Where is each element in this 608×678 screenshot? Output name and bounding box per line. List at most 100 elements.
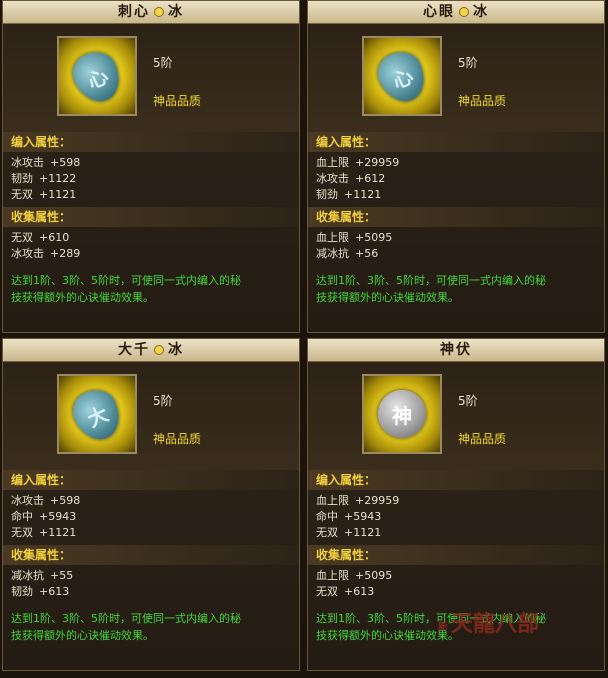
card-title: 刺心 冰 bbox=[3, 1, 299, 24]
attribute-value: +5943 bbox=[39, 510, 77, 523]
attribute-row: 命中 +5943 bbox=[11, 509, 299, 525]
inlay-attributes-header: 编入属性： bbox=[308, 470, 604, 490]
description-line: 技获得额外的心诀催动效果。 bbox=[11, 629, 154, 642]
ice-rune-stone-icon: 心 bbox=[66, 45, 128, 109]
rune-icon-frame[interactable]: 神 bbox=[362, 374, 442, 454]
attribute-value: +612 bbox=[355, 172, 386, 185]
rune-tier: 5阶 bbox=[458, 394, 478, 408]
attribute-row: 减冰抗 +56 bbox=[316, 246, 604, 262]
attribute-name: 韧劲 bbox=[11, 172, 33, 185]
game-logo-watermark: 新天龍八部 bbox=[438, 606, 539, 638]
rune-card: 心眼 冰 心 5阶 神品品质 编入属性： 血上限 +29959 冰攻击 +612 韧劲 +1… bbox=[307, 0, 605, 333]
attribute-value: +613 bbox=[39, 585, 70, 598]
collect-attributes-list: 血上限 +5095 无双 +613 bbox=[308, 565, 604, 604]
rune-element: 冰 bbox=[168, 4, 184, 20]
attribute-row: 无双 +1121 bbox=[11, 525, 299, 541]
attribute-name: 血上限 bbox=[316, 494, 349, 507]
attribute-row: 血上限 +29959 bbox=[316, 493, 604, 509]
attribute-value: +598 bbox=[50, 494, 81, 507]
attribute-value: +613 bbox=[344, 585, 375, 598]
attribute-row: 减冰抗 +55 bbox=[11, 568, 299, 584]
rune-summary: 神 5阶 神品品质 bbox=[308, 362, 604, 470]
attribute-value: +29959 bbox=[355, 156, 400, 169]
rune-name: 大千 bbox=[118, 342, 150, 358]
rune-icon-frame[interactable]: 大 bbox=[57, 374, 137, 454]
attribute-name: 冰攻击 bbox=[11, 247, 44, 260]
inlay-attributes-list: 血上限 +29959 冰攻击 +612 韧劲 +1121 bbox=[308, 152, 604, 207]
attribute-name: 韧劲 bbox=[11, 585, 33, 598]
description-line: 达到1阶、3阶、5阶时，可使同一式内编入的秘 bbox=[316, 274, 546, 287]
attribute-name: 冰攻击 bbox=[316, 172, 349, 185]
attribute-row: 命中 +5943 bbox=[316, 509, 604, 525]
attribute-value: +1121 bbox=[344, 526, 382, 539]
attribute-row: 韧劲 +613 bbox=[11, 584, 299, 600]
rune-icon-frame[interactable]: 心 bbox=[362, 36, 442, 116]
logo-text: 天龍八部 bbox=[451, 611, 540, 637]
inlay-attributes-list: 冰攻击 +598 命中 +5943 无双 +1121 bbox=[3, 490, 299, 545]
attribute-value: +289 bbox=[50, 247, 81, 260]
attribute-name: 无双 bbox=[11, 231, 33, 244]
attribute-row: 冰攻击 +289 bbox=[11, 246, 299, 262]
attribute-row: 无双 +613 bbox=[316, 584, 604, 600]
attribute-name: 无双 bbox=[316, 526, 338, 539]
element-dot-icon bbox=[459, 6, 469, 17]
attribute-value: +1121 bbox=[39, 188, 77, 201]
attribute-row: 韧劲 +1122 bbox=[11, 171, 299, 187]
attribute-name: 无双 bbox=[11, 526, 33, 539]
logo-prefix: 新 bbox=[438, 621, 448, 633]
inlay-attributes-list: 冰攻击 +598 韧劲 +1122 无双 +1121 bbox=[3, 152, 299, 207]
description-line: 技获得额外的心诀催动效果。 bbox=[316, 291, 459, 304]
card-title: 神伏 bbox=[308, 339, 604, 362]
attribute-name: 血上限 bbox=[316, 231, 349, 244]
ice-rune-stone-icon: 大 bbox=[66, 383, 128, 447]
rune-description: 达到1阶、3阶、5阶时，可使同一式内编入的秘 技获得额外的心诀催动效果。 bbox=[3, 604, 299, 644]
rune-name: 刺心 bbox=[118, 4, 150, 20]
card-title: 心眼 冰 bbox=[308, 1, 604, 24]
rune-element: 冰 bbox=[168, 342, 184, 358]
attribute-row: 冰攻击 +612 bbox=[316, 171, 604, 187]
attribute-row: 血上限 +5095 bbox=[316, 230, 604, 246]
rune-glyph: 心 bbox=[83, 63, 112, 94]
rune-glyph: 神 bbox=[392, 403, 412, 428]
collect-attributes-header: 收集属性： bbox=[3, 545, 299, 565]
collect-attributes-header: 收集属性： bbox=[308, 207, 604, 227]
attribute-row: 韧劲 +1121 bbox=[316, 187, 604, 203]
description-line: 达到1阶、3阶、5阶时，可使同一式内编入的秘 bbox=[11, 274, 241, 287]
rune-name: 心眼 bbox=[423, 4, 455, 20]
attribute-value: +55 bbox=[50, 569, 74, 582]
rune-summary: 心 5阶 神品品质 bbox=[3, 24, 299, 132]
attribute-name: 血上限 bbox=[316, 156, 349, 169]
attribute-value: +5943 bbox=[344, 510, 382, 523]
rune-tier: 5阶 bbox=[458, 56, 478, 70]
attribute-value: +598 bbox=[50, 156, 81, 169]
rune-quality: 神品品质 bbox=[153, 94, 202, 108]
attribute-name: 韧劲 bbox=[316, 188, 338, 201]
rune-icon-frame[interactable]: 心 bbox=[57, 36, 137, 116]
rune-tier: 5阶 bbox=[153, 56, 173, 70]
inlay-attributes-header: 编入属性： bbox=[3, 470, 299, 490]
collect-attributes-list: 无双 +610 冰攻击 +289 bbox=[3, 227, 299, 266]
rune-element: 冰 bbox=[473, 4, 489, 20]
attribute-name: 无双 bbox=[11, 188, 33, 201]
attribute-value: +29959 bbox=[355, 494, 400, 507]
attribute-row: 冰攻击 +598 bbox=[11, 155, 299, 171]
attribute-name: 冰攻击 bbox=[11, 156, 44, 169]
attribute-value: +1121 bbox=[39, 526, 77, 539]
description-line: 技获得额外的心诀催动效果。 bbox=[11, 291, 154, 304]
inlay-attributes-list: 血上限 +29959 命中 +5943 无双 +1121 bbox=[308, 490, 604, 545]
collect-attributes-list: 血上限 +5095 减冰抗 +56 bbox=[308, 227, 604, 266]
rune-card: 大千 冰 大 5阶 神品品质 编入属性： 冰攻击 +598 命中 +5943 无双 +112… bbox=[2, 338, 300, 671]
attribute-value: +56 bbox=[355, 247, 379, 260]
attribute-value: +5095 bbox=[355, 569, 393, 582]
rune-quality: 神品品质 bbox=[458, 432, 507, 446]
rune-glyph: 大 bbox=[83, 401, 112, 432]
attribute-name: 命中 bbox=[316, 510, 338, 523]
attribute-value: +5095 bbox=[355, 231, 393, 244]
description-line: 达到1阶、3阶、5阶时，可使同一式内编入的秘 bbox=[11, 612, 241, 625]
attribute-row: 血上限 +29959 bbox=[316, 155, 604, 171]
attribute-value: +1121 bbox=[344, 188, 382, 201]
element-dot-icon bbox=[154, 344, 164, 355]
rune-tier: 5阶 bbox=[153, 394, 173, 408]
rune-description: 达到1阶、3阶、5阶时，可使同一式内编入的秘 技获得额外的心诀催动效果。 bbox=[3, 266, 299, 306]
rune-summary: 大 5阶 神品品质 bbox=[3, 362, 299, 470]
